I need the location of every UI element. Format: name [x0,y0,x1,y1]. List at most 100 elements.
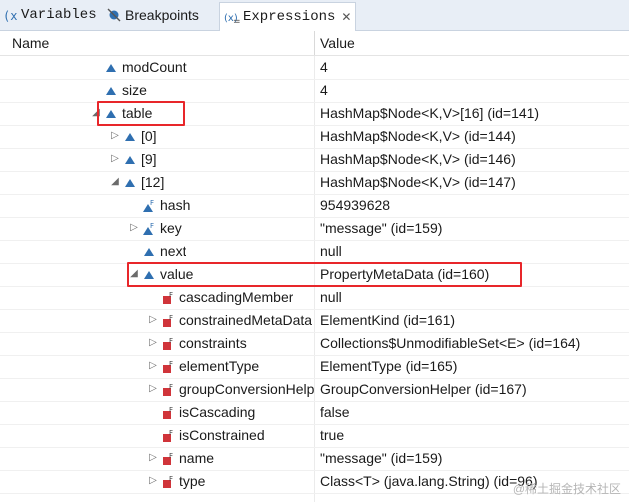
tab-label: Breakpoints [125,7,199,23]
tree-row[interactable]: Fhash 954939628 [0,194,629,218]
tree-row[interactable]: ▷ FgroupConversionHelper GroupConversionHe… [0,378,629,402]
variable-name: [9] [141,151,157,167]
public-field-icon [123,153,137,167]
private-final-field-icon: F [161,291,175,305]
collapsed-arrow-icon[interactable]: ▷ [148,360,158,371]
breakpoints-icon [106,7,122,23]
collapsed-arrow-icon[interactable]: ▷ [148,383,158,394]
tree-row[interactable]: ◢ table HashMap$Node<K,V>[16] (id=141) [0,102,629,126]
tree-row[interactable]: ▷ FelementType ElementType (id=165) [0,355,629,379]
tree-row[interactable]: FisConstrained true [0,424,629,448]
variable-value: "message" (id=159) [320,220,443,236]
variable-value: HashMap$Node<K,V> (id=146) [320,151,516,167]
collapsed-arrow-icon[interactable]: ▷ [148,475,158,486]
svg-text:F: F [169,406,173,414]
svg-text:F: F [169,452,173,460]
private-final-field-icon: F [161,406,175,420]
collapsed-arrow-icon[interactable]: ▷ [148,314,158,325]
tab-variables[interactable]: (x) Variables [2,3,97,27]
variable-value: false [320,404,350,420]
watermark: @稀土掘金技术社区 [512,482,621,496]
variable-value: HashMap$Node<K,V> (id=144) [320,128,516,144]
variable-name: isCascading [179,404,256,420]
variable-value: Collections$UnmodifiableSet<E> (id=164) [320,335,581,351]
public-field-icon [104,84,118,98]
public-field-icon [123,130,137,144]
collapsed-arrow-icon[interactable]: ▷ [110,130,120,141]
tab-label: Expressions [243,9,336,25]
variable-name: isConstrained [179,427,265,443]
variable-value: null [320,289,342,305]
tree-row[interactable]: ▷ Fconstraints Collections$UnmodifiableSet… [0,332,629,356]
collapsed-arrow-icon[interactable]: ▷ [129,222,139,233]
variable-value: 4 [320,82,328,98]
tree-row[interactable]: ▷ [9] HashMap$Node<K,V> (id=146) [0,148,629,172]
tab-expressions[interactable]: (x) = Expressions ✕ [219,2,357,31]
tree-row[interactable]: ▷ FconstrainedMetaData ElementKind (id=161… [0,309,629,333]
variable-value: ElementKind (id=161) [320,312,456,328]
table-header: Name Value [0,31,629,56]
variable-name: modCount [122,59,187,75]
tree-row[interactable]: ▷ [0] HashMap$Node<K,V> (id=144) [0,125,629,149]
variable-name: constraints [179,335,247,351]
variable-name: constrainedMetaData [179,312,313,328]
variable-value: HashMap$Node<K,V> (id=147) [320,174,516,190]
svg-text:F: F [169,383,173,391]
svg-text:F: F [169,360,173,368]
svg-text:F: F [169,429,173,437]
column-header-name[interactable]: Name [12,35,49,51]
svg-text:F: F [169,291,173,299]
private-final-field-icon: F [161,475,175,489]
tree-row[interactable]: size 4 [0,79,629,103]
close-icon[interactable]: ✕ [341,10,351,24]
variable-name: type [179,473,206,489]
public-field-icon [104,61,118,75]
column-header-value[interactable]: Value [320,35,355,51]
tree-row[interactable]: modCount 4 [0,56,629,80]
collapsed-arrow-icon[interactable]: ▷ [110,153,120,164]
tab-label: Variables [21,7,97,23]
variable-value: null [320,243,342,259]
highlight-box [127,262,522,287]
variable-name: hash [160,197,191,213]
final-field-icon: F [142,199,156,213]
svg-text:F: F [169,314,173,322]
variable-value: 4 [320,59,328,75]
collapsed-arrow-icon[interactable]: ▷ [148,337,158,348]
variable-name: size [122,82,147,98]
tree-row[interactable]: next null [0,240,629,264]
view-tab-bar: (x) Variables Breakpoints (x)= Expressio… [0,0,629,31]
variable-name: next [160,243,187,259]
tree-row[interactable]: FisCascading false [0,401,629,425]
svg-text:(x): (x) [3,9,18,23]
variable-name: elementType [179,358,260,374]
svg-text:F: F [169,337,173,345]
column-divider[interactable] [314,31,315,55]
private-final-field-icon: F [161,337,175,351]
variable-value: true [320,427,345,443]
variable-name: [12] [141,174,165,190]
highlight-box [97,101,185,126]
tab-breakpoints[interactable]: Breakpoints [106,3,199,27]
expanded-arrow-icon[interactable]: ◢ [110,176,120,187]
svg-text:F: F [169,475,173,483]
tree-row[interactable]: ◢ [12] HashMap$Node<K,V> (id=147) [0,171,629,195]
variables-icon: (x) [2,7,18,23]
public-field-icon [123,176,137,190]
private-final-field-icon: F [161,314,175,328]
svg-text:F: F [150,222,154,230]
svg-text:F: F [150,199,154,207]
private-final-field-icon: F [161,383,175,397]
collapsed-arrow-icon[interactable]: ▷ [148,452,158,463]
public-field-icon [142,245,156,259]
svg-text:=: = [233,17,240,25]
variable-value: ElementType (id=165) [320,358,458,374]
variable-name: [0] [141,128,157,144]
final-field-icon: F [142,222,156,236]
expressions-icon: (x) = [224,9,240,25]
variable-name: key [160,220,182,236]
tree-row[interactable]: FcascadingMember null [0,286,629,310]
tree-row[interactable]: ▷ Fname "message" (id=159) [0,447,629,471]
tree-row[interactable]: ▷ Fkey "message" (id=159) [0,217,629,241]
variable-value: Class<T> (java.lang.String) (id=96) [320,473,538,489]
